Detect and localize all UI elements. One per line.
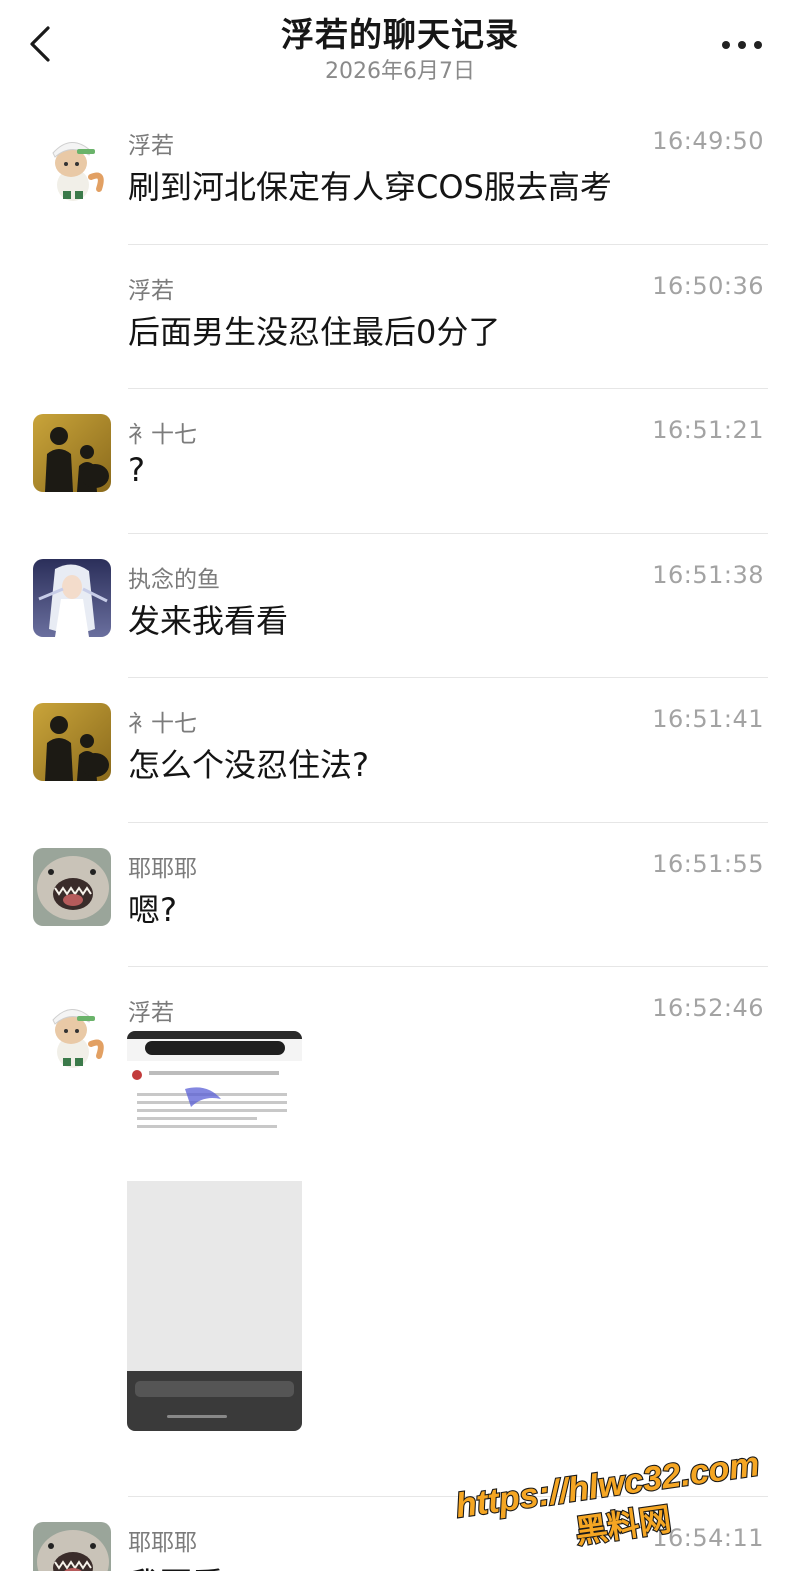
sender-name: 浮若	[128, 133, 174, 159]
avatar-fox-mascot[interactable]	[33, 125, 111, 203]
sender-name: 耶耶耶	[128, 1530, 197, 1556]
message-time: 16:52:46	[652, 994, 764, 1022]
avatar-silhouette[interactable]	[33, 703, 111, 781]
message-item[interactable]: 衤十七 16:51:41 怎么个没忍住法?	[0, 678, 800, 823]
avatar-shark[interactable]	[33, 1522, 111, 1571]
message-time: 16:49:50	[652, 127, 764, 155]
message-item[interactable]: 浮若 16:49:50 刷到河北保定有人穿COS服去高考	[0, 100, 800, 245]
avatar-anime-character[interactable]	[33, 558, 111, 637]
more-dot-icon	[722, 41, 730, 49]
message-item[interactable]: 浮若 16:50:36 后面男生没忍住最后0分了	[0, 245, 800, 389]
message-time: 16:51:21	[652, 416, 764, 444]
message-text[interactable]: 刷到河北保定有人穿COS服去高考	[128, 162, 612, 208]
sender-name: 衤十七	[128, 422, 197, 448]
message-time: 16:54:11	[652, 1524, 764, 1552]
message-time: 16:51:41	[652, 705, 764, 733]
image-message[interactable]	[127, 1031, 302, 1431]
message-time: 16:51:38	[652, 560, 764, 589]
message-time: 16:51:55	[652, 849, 764, 878]
more-dot-icon	[738, 41, 746, 49]
blurred-screenshot-image	[127, 1031, 302, 1431]
top-bar: 浮若的聊天记录 2026年6月7日	[0, 0, 800, 100]
message-text[interactable]: 我要看cos	[128, 1559, 278, 1571]
avatar-shark[interactable]	[33, 847, 111, 926]
message-text[interactable]: 后面男生没忍住最后0分了	[128, 307, 500, 353]
message-item[interactable]: 浮若 16:52:46	[0, 967, 800, 1497]
page-title: 浮若的聊天记录	[281, 15, 519, 54]
message-item[interactable]: 衤十七 16:51:21 ?	[0, 389, 800, 534]
sender-name: 执念的鱼	[128, 566, 220, 593]
message-text[interactable]: 嗯?	[128, 885, 177, 931]
message-time: 16:50:36	[652, 271, 764, 300]
more-options-button[interactable]	[722, 38, 762, 52]
message-item[interactable]: 耶耶耶 16:54:11 我要看cos	[0, 1497, 800, 1571]
chat-record-list[interactable]: 浮若 16:49:50 刷到河北保定有人穿COS服去高考 浮若 16:50:36…	[0, 100, 800, 1571]
avatar-silhouette[interactable]	[33, 414, 111, 492]
sender-name: 浮若	[128, 277, 174, 304]
sender-name: 耶耶耶	[128, 855, 197, 882]
message-text[interactable]: 怎么个没忍住法?	[128, 740, 369, 786]
message-item[interactable]: 执念的鱼 16:51:38 发来我看看	[0, 534, 800, 678]
message-item[interactable]: 耶耶耶 16:51:55 嗯?	[0, 823, 800, 967]
sender-name: 衤十七	[128, 711, 197, 737]
more-dot-icon	[754, 41, 762, 49]
sender-name: 浮若	[128, 1000, 174, 1026]
chat-date: 2026年6月7日	[325, 59, 475, 84]
message-text[interactable]: ?	[128, 451, 145, 489]
message-text[interactable]: 发来我看看	[128, 596, 288, 642]
avatar-fox-mascot[interactable]	[33, 992, 111, 1070]
